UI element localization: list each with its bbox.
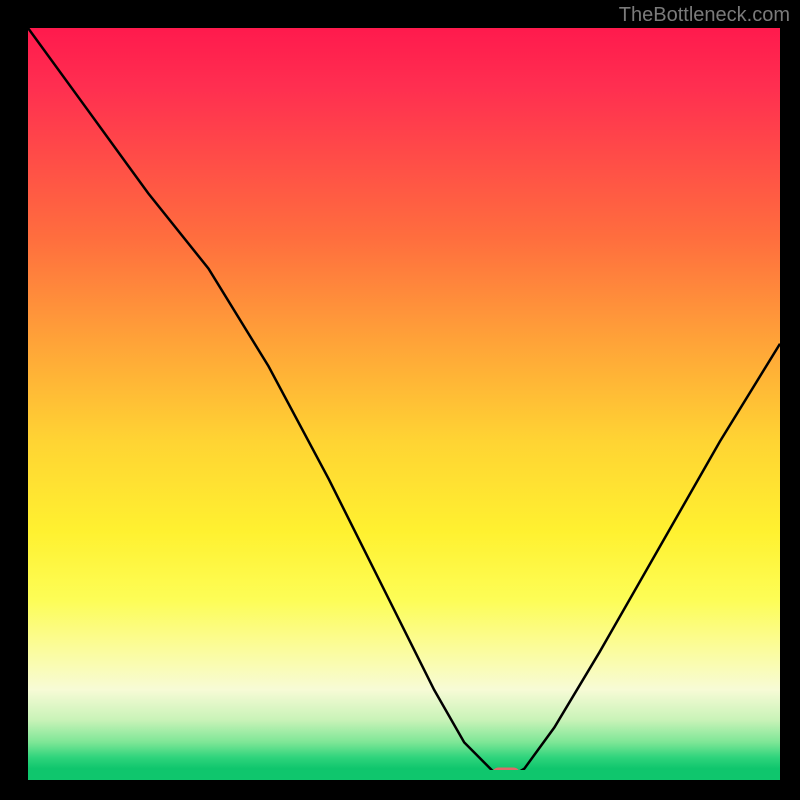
chart-baseline-strip [28,770,780,780]
watermark-text: TheBottleneck.com [619,4,790,27]
bottleneck-curve [28,28,780,780]
chart-plot-area [28,28,780,780]
